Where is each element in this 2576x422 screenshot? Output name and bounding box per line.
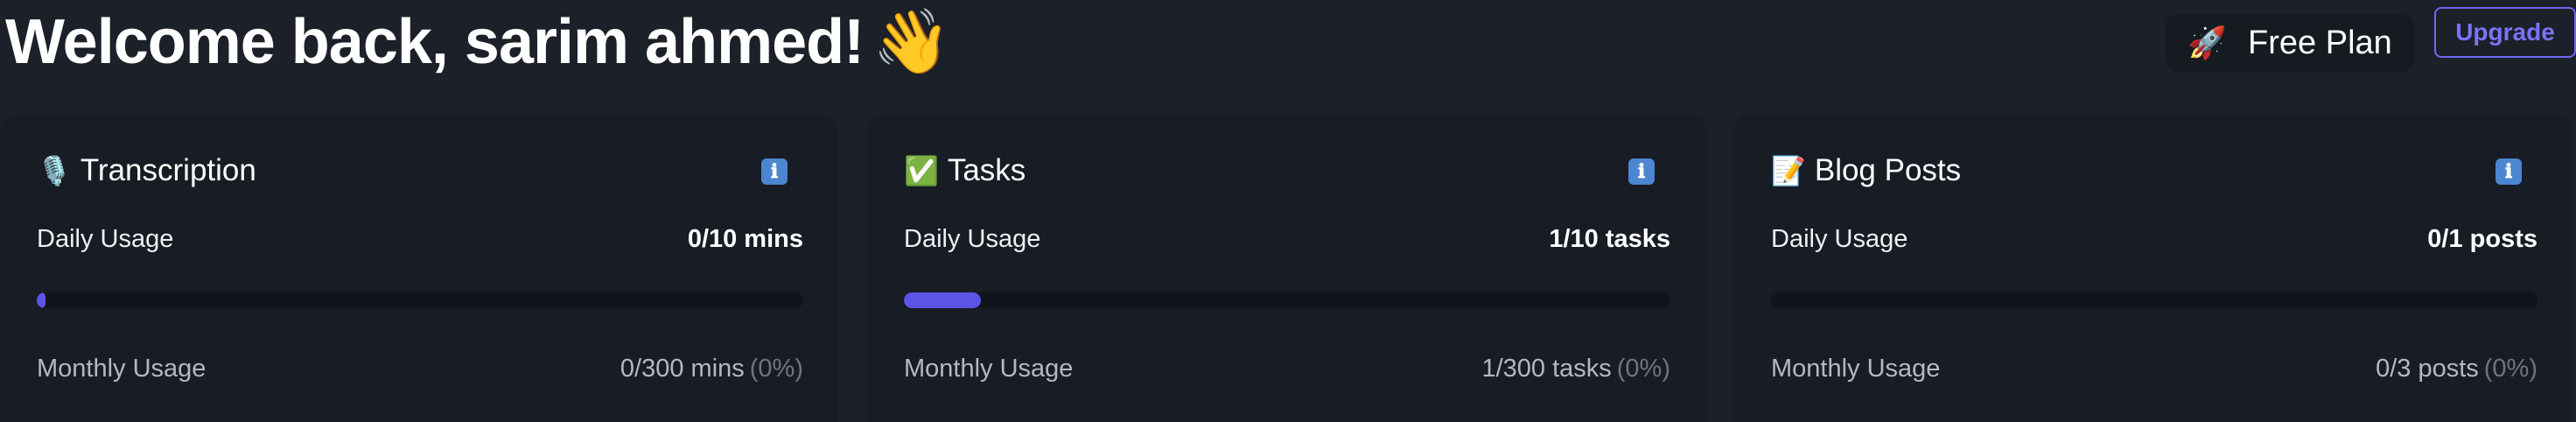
welcome-heading: Welcome back, sarim ahmed! 👋 [5,5,951,79]
monthly-usage-value: 1/300 tasks (0%) [1481,355,1670,383]
plan-label: Free Plan [2248,24,2392,61]
monthly-usage-value: 0/300 mins (0%) [620,355,803,383]
usage-card-tasks: ✅ Tasks ℹ Daily Usage 1/10 tasks Monthly… [867,115,1705,422]
card-title-text: Transcription [80,153,256,187]
rocket-icon: 🚀 [2188,25,2228,60]
monthly-usage-label: Monthly Usage [904,355,1074,383]
monthly-usage-label: Monthly Usage [1771,355,1941,383]
card-title: 📝 Blog Posts [1771,153,1961,188]
monthly-usage-percent: (0%) [749,355,803,383]
daily-progress-bar [904,292,1670,308]
monthly-usage-count: 1/300 tasks [1481,355,1612,383]
daily-usage-value: 1/10 tasks [1549,225,1670,253]
daily-usage-label: Daily Usage [904,225,1041,253]
usage-card-blog-posts: 📝 Blog Posts ℹ Daily Usage 0/1 posts Mon… [1734,115,2572,422]
monthly-usage-percent: (0%) [1616,355,1670,383]
microphone-icon: 🎙️ [37,155,72,186]
daily-progress-bar [37,292,803,308]
daily-usage-label: Daily Usage [37,225,174,253]
daily-progress-fill [37,292,46,308]
info-icon[interactable]: ℹ [761,158,788,185]
daily-usage-value: 0/10 mins [687,225,803,253]
daily-progress-bar [1771,292,2538,308]
welcome-text: Welcome back, sarim ahmed! [5,7,864,77]
monthly-usage-percent: (0%) [2483,355,2538,383]
monthly-usage-label: Monthly Usage [37,355,206,383]
info-icon[interactable]: ℹ [1628,158,1655,185]
monthly-usage-count: 0/300 mins [620,355,745,383]
monthly-usage-value: 0/3 posts (0%) [2376,355,2538,383]
card-title: ✅ Tasks [904,153,1026,188]
upgrade-button[interactable]: Upgrade [2434,7,2576,58]
daily-progress-fill [904,292,981,308]
card-title-text: Blog Posts [1814,153,1962,187]
daily-usage-value: 0/1 posts [2427,225,2538,253]
dashboard-header: Welcome back, sarim ahmed! 👋 🚀 Free Plan … [0,0,2576,114]
info-icon[interactable]: ℹ [2496,158,2522,185]
waving-hand-icon: 👋 [872,7,951,77]
daily-usage-label: Daily Usage [1771,225,1908,253]
monthly-usage-count: 0/3 posts [2376,355,2479,383]
usage-card-transcription: 🎙️ Transcription ℹ Daily Usage 0/10 mins… [0,115,838,422]
check-mark-icon: ✅ [904,155,939,186]
card-title-text: Tasks [947,153,1026,187]
card-title: 🎙️ Transcription [37,153,256,188]
memo-icon: 📝 [1771,155,1806,186]
dashboard-page: Welcome back, sarim ahmed! 👋 🚀 Free Plan … [0,0,2576,422]
plan-badge: 🚀 Free Plan [2166,14,2414,72]
